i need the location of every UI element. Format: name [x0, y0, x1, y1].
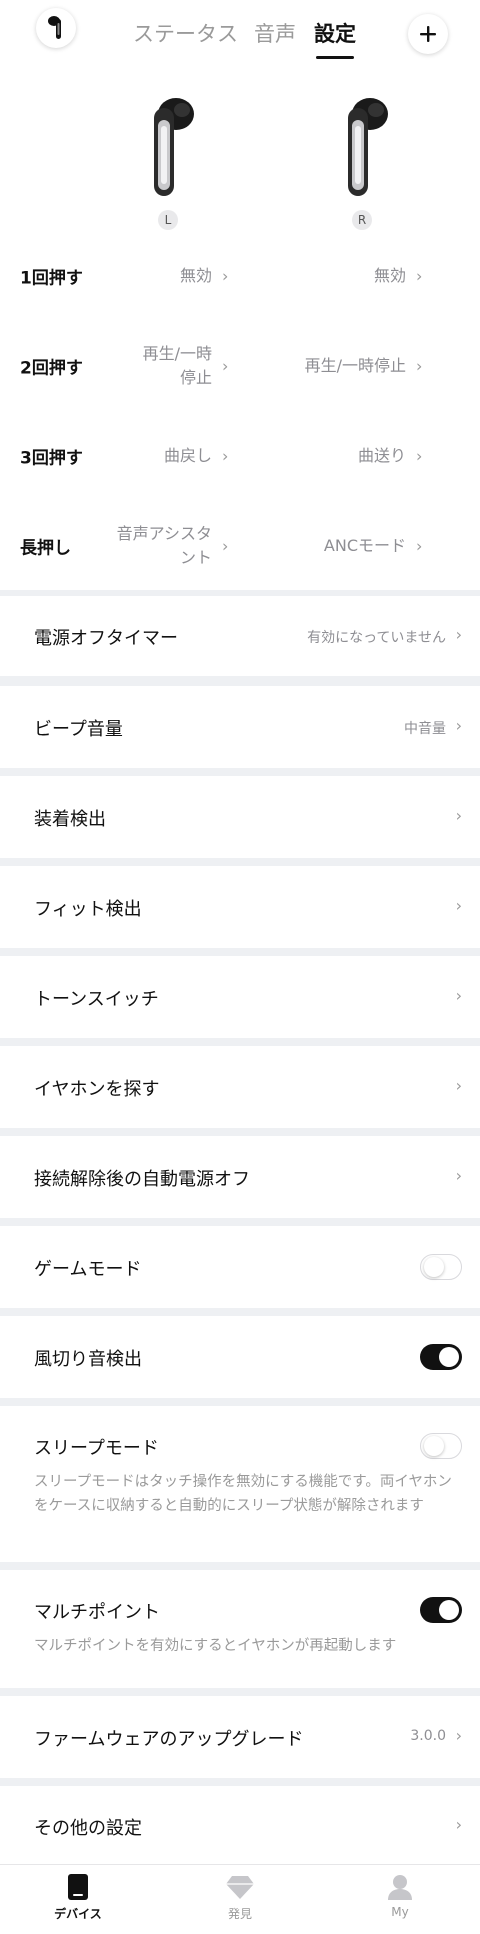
chevron-right-icon: › — [416, 266, 423, 286]
toggle-knob — [439, 1347, 459, 1367]
setting-label: スリープモード — [34, 1438, 159, 1459]
gesture-row-long-press: 長押し 音声アシスタ ント › ANCモード › — [0, 516, 480, 576]
toggle-knob — [424, 1436, 444, 1456]
diamond-icon — [226, 1876, 254, 1899]
setting-label: 接続解除後の自動電源オフ — [34, 1169, 250, 1190]
game-mode-row: ゲームモード — [0, 1226, 480, 1308]
toggle-knob — [439, 1600, 459, 1620]
right-earbud-image — [348, 98, 388, 196]
wear-detection-row[interactable]: 装着検出 › — [0, 776, 480, 858]
setting-label: トーンスイッチ — [34, 989, 159, 1010]
find-earphones-row[interactable]: イヤホンを探す › — [0, 1046, 480, 1128]
left-action-value[interactable]: 音声アシスタ ント — [117, 522, 212, 570]
tone-switch-row[interactable]: トーンスイッチ › — [0, 956, 480, 1038]
setting-label: その他の設定 — [34, 1818, 142, 1839]
fit-detection-row[interactable]: フィット検出 › — [0, 866, 480, 948]
chevron-right-icon: › — [455, 716, 462, 735]
multipoint-row: マルチポイント マルチポイントを有効にするとイヤホンが再起動します — [0, 1570, 480, 1688]
gesture-row-single-press: 1回押す 無効 › 無効 › — [0, 246, 480, 306]
bottom-navigation: デバイス 発見 My — [0, 1864, 480, 1934]
toggle-knob — [424, 1257, 444, 1277]
active-tab-indicator — [316, 56, 354, 59]
nav-label: デバイス — [54, 1907, 102, 1921]
wind-noise-detection-row: 風切り音検出 — [0, 1316, 480, 1398]
gesture-label: 2回押す — [20, 358, 83, 379]
power-off-timer-row[interactable]: 電源オフタイマー 有効になっていません › — [0, 596, 480, 676]
plus-icon — [420, 26, 436, 42]
nav-my[interactable]: My — [350, 1873, 450, 1919]
setting-label: 装着検出 — [34, 809, 106, 830]
chevron-right-icon: › — [455, 625, 462, 644]
setting-label: イヤホンを探す — [34, 1079, 160, 1100]
top-bar: ステータス 音声 設定 — [0, 0, 480, 62]
game-mode-toggle[interactable] — [420, 1254, 462, 1280]
setting-label: ゲームモード — [34, 1259, 142, 1280]
right-action-value[interactable]: 無効 — [374, 264, 406, 288]
gesture-row-triple-press: 3回押す 曲戻し › 曲送り › — [0, 426, 480, 486]
right-action-value[interactable]: ANCモード — [324, 534, 406, 558]
left-earbud-image — [154, 98, 194, 196]
multipoint-toggle[interactable] — [420, 1597, 462, 1623]
setting-value: 有効になっていません — [307, 630, 446, 646]
chevron-right-icon: › — [222, 536, 229, 556]
chevron-right-icon: › — [455, 986, 462, 1005]
left-action-value[interactable]: 曲戻し — [164, 444, 212, 468]
chevron-right-icon: › — [222, 266, 229, 286]
right-action-value[interactable]: 曲送り — [358, 444, 406, 468]
nav-device[interactable]: デバイス — [28, 1873, 128, 1922]
device-icon — [68, 1874, 88, 1900]
setting-description: マルチポイントを有効にするとイヤホンが再起動します — [34, 1638, 397, 1654]
sleep-mode-toggle[interactable] — [420, 1433, 462, 1459]
chevron-right-icon: › — [455, 1815, 462, 1834]
tab-audio[interactable]: 音声 — [254, 18, 296, 48]
setting-label: マルチポイント — [34, 1602, 160, 1623]
setting-value: 中音量 — [404, 721, 446, 737]
left-earbud-badge: L — [158, 210, 178, 230]
chevron-right-icon: › — [455, 806, 462, 825]
chevron-right-icon: › — [455, 896, 462, 915]
left-action-value[interactable]: 無効 — [180, 264, 212, 288]
user-icon — [388, 1875, 412, 1900]
earbuds-panel: L R 1回押す 無効 › 無効 › 2回押す 再生/一時 停止 › 再生/一時… — [0, 62, 480, 590]
nav-label: 発見 — [227, 1907, 252, 1921]
setting-label: ファームウェアのアップグレード — [34, 1729, 304, 1750]
chevron-right-icon: › — [455, 1726, 462, 1745]
chevron-right-icon: › — [416, 356, 423, 376]
right-earbud-badge: R — [352, 210, 372, 230]
right-action-value[interactable]: 再生/一時停止 — [305, 354, 406, 378]
gesture-row-double-press: 2回押す 再生/一時 停止 › 再生/一時停止 › — [0, 336, 480, 396]
sleep-mode-row: スリープモード スリープモードはタッチ操作を無効にする機能です。両イヤホンをケー… — [0, 1406, 480, 1562]
setting-description: スリープモードはタッチ操作を無効にする機能です。両イヤホンをケースに収納すると自… — [34, 1474, 452, 1514]
gesture-label: 3回押す — [20, 448, 83, 469]
setting-label: 風切り音検出 — [34, 1349, 142, 1370]
chevron-right-icon: › — [455, 1076, 462, 1095]
other-settings-row[interactable]: その他の設定 › — [0, 1786, 480, 1864]
setting-label: フィット検出 — [34, 899, 142, 920]
auto-power-off-row[interactable]: 接続解除後の自動電源オフ › — [0, 1136, 480, 1218]
nav-label: My — [391, 1905, 409, 1919]
setting-label: ビープ音量 — [34, 719, 123, 740]
tab-status[interactable]: ステータス — [133, 18, 238, 48]
nav-discover[interactable]: 発見 — [190, 1873, 290, 1922]
chevron-right-icon: › — [222, 446, 229, 466]
chevron-right-icon: › — [222, 356, 229, 376]
firmware-version: 3.0.0 — [410, 1728, 446, 1744]
tab-settings[interactable]: 設定 — [314, 18, 356, 48]
chevron-right-icon: › — [455, 1166, 462, 1185]
add-device-button[interactable] — [408, 14, 448, 54]
beep-volume-row[interactable]: ビープ音量 中音量 › — [0, 686, 480, 768]
gesture-label: 1回押す — [20, 268, 83, 289]
gesture-label: 長押し — [20, 538, 71, 559]
setting-label: 電源オフタイマー — [34, 628, 178, 649]
chevron-right-icon: › — [416, 446, 423, 466]
left-action-value[interactable]: 再生/一時 停止 — [143, 342, 212, 390]
wind-noise-toggle[interactable] — [420, 1344, 462, 1370]
chevron-right-icon: › — [416, 536, 423, 556]
firmware-upgrade-row[interactable]: ファームウェアのアップグレード 3.0.0 › — [0, 1696, 480, 1778]
